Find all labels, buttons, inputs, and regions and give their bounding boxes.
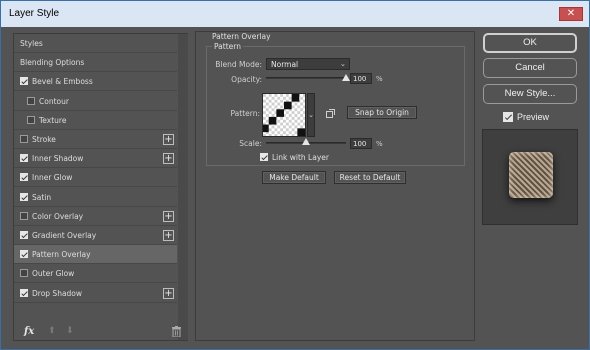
pattern-overlay-settings: Pattern Overlay Pattern Blend Mode: Norm… xyxy=(195,31,475,341)
style-item-drop-shadow[interactable]: Drop Shadow + xyxy=(14,284,177,303)
opacity-value: 100 xyxy=(353,75,367,83)
preview-label: Preview xyxy=(517,112,550,122)
close-icon: ✕ xyxy=(566,8,576,19)
style-checkbox[interactable] xyxy=(27,96,35,105)
link-with-layer-label: Link with Layer xyxy=(272,153,329,162)
blend-mode-value: Normal xyxy=(271,60,299,69)
opacity-label: Opacity: xyxy=(231,75,262,84)
style-checkbox[interactable] xyxy=(20,135,28,143)
style-checkbox[interactable] xyxy=(20,288,28,297)
title-bar: Layer Style ✕ xyxy=(1,1,589,27)
scale-value: 100 xyxy=(353,140,367,148)
blend-mode-select[interactable]: Normal ⌄ xyxy=(266,58,350,70)
ok-button[interactable]: OK xyxy=(483,33,577,53)
opacity-slider-track[interactable] xyxy=(266,77,346,79)
fx-icon[interactable]: fx xyxy=(24,326,34,337)
style-item-label: Contour xyxy=(39,96,69,106)
style-item-satin[interactable]: Satin xyxy=(14,188,177,207)
scale-unit: % xyxy=(376,140,383,148)
style-item-label: Inner Shadow xyxy=(32,154,84,164)
move-up-icon[interactable]: ⬆ xyxy=(48,326,56,336)
add-style-icon[interactable]: + xyxy=(163,153,174,165)
make-default-button[interactable]: Make Default xyxy=(262,171,326,184)
styles-toolbar: fx ⬆ ⬇ xyxy=(14,323,181,342)
style-item-pattern-overlay[interactable]: Pattern Overlay xyxy=(14,245,177,265)
style-item-label: Texture xyxy=(39,115,67,125)
chevron-down-icon: ⌄ xyxy=(339,59,346,68)
style-checkbox[interactable] xyxy=(20,231,28,239)
style-item-label: Styles xyxy=(20,39,43,48)
dialog-body: Styles Blending Options Bevel & Emboss Cont… xyxy=(7,28,583,345)
add-style-icon[interactable]: + xyxy=(163,134,174,145)
styles-scrollbar[interactable] xyxy=(178,34,188,340)
style-item-stroke[interactable]: Stroke + xyxy=(14,130,177,149)
style-item-bevel-emboss[interactable]: Bevel & Emboss xyxy=(14,72,177,92)
styles-list-panel: Styles Blending Options Bevel & Emboss Cont… xyxy=(13,33,188,341)
close-button[interactable]: ✕ xyxy=(559,7,583,21)
blend-mode-label: Blend Mode: xyxy=(215,60,262,69)
style-item-gradient-overlay[interactable]: Gradient Overlay + xyxy=(14,226,177,245)
style-item-label: Pattern Overlay xyxy=(32,250,91,260)
add-style-icon[interactable]: + xyxy=(163,287,174,299)
cancel-button[interactable]: Cancel xyxy=(483,58,577,78)
link-with-layer-checkbox[interactable] xyxy=(260,153,268,161)
snap-to-origin-button[interactable]: Snap to Origin xyxy=(347,106,417,119)
style-item-label: Stroke xyxy=(32,135,56,144)
style-checkbox[interactable] xyxy=(20,250,28,259)
style-item-texture[interactable]: Texture xyxy=(14,111,177,130)
preview-checkbox[interactable] xyxy=(503,112,513,122)
style-item-label: Bevel & Emboss xyxy=(32,77,93,87)
style-preview xyxy=(482,129,578,225)
style-item-blending-options[interactable]: Blending Options xyxy=(14,53,177,73)
layer-style-dialog: Layer Style ✕ Styles Blending Options Beve… xyxy=(0,0,590,350)
style-item-label: Blending Options xyxy=(20,58,85,68)
new-style-button[interactable]: New Style... xyxy=(483,84,577,104)
pattern-subtitle: Pattern xyxy=(212,42,243,51)
style-checkbox[interactable] xyxy=(20,269,28,278)
new-preset-icon[interactable] xyxy=(326,109,335,118)
add-style-icon[interactable]: + xyxy=(163,210,174,222)
scale-slider-thumb[interactable] xyxy=(302,138,310,145)
style-checkbox[interactable] xyxy=(20,211,28,220)
add-style-icon[interactable]: + xyxy=(163,230,174,241)
style-item-styles[interactable]: Styles xyxy=(14,34,177,53)
style-item-label: Outer Glow xyxy=(32,269,75,279)
style-item-outer-glow[interactable]: Outer Glow xyxy=(14,264,177,284)
style-item-label: Gradient Overlay xyxy=(32,231,97,240)
window-title: Layer Style xyxy=(9,8,60,19)
pattern-picker-button[interactable]: ⌄ xyxy=(307,93,315,137)
trash-icon[interactable] xyxy=(172,326,181,337)
opacity-slider-thumb[interactable] xyxy=(342,74,350,81)
pattern-swatch[interactable] xyxy=(262,93,306,137)
move-down-icon[interactable]: ⬇ xyxy=(66,326,74,336)
style-checkbox[interactable] xyxy=(20,173,28,182)
style-item-contour[interactable]: Contour xyxy=(14,92,177,111)
style-item-color-overlay[interactable]: Color Overlay + xyxy=(14,207,177,226)
style-checkbox[interactable] xyxy=(20,77,28,86)
opacity-input[interactable]: 100 xyxy=(350,73,372,84)
style-checkbox[interactable] xyxy=(20,192,28,201)
preview-thumbnail xyxy=(509,152,553,198)
style-item-label: Inner Glow xyxy=(32,173,73,183)
scale-label: Scale: xyxy=(239,139,262,148)
style-item-label: Satin xyxy=(32,192,52,202)
pattern-label: Pattern: xyxy=(230,109,260,118)
style-checkbox[interactable] xyxy=(20,154,28,163)
opacity-unit: % xyxy=(376,75,383,83)
reset-to-default-button[interactable]: Reset to Default xyxy=(334,171,406,184)
chevron-down-icon: ⌄ xyxy=(308,111,314,119)
style-checkbox[interactable] xyxy=(27,115,35,124)
style-item-inner-glow[interactable]: Inner Glow xyxy=(14,168,177,188)
style-item-label: Color Overlay xyxy=(32,211,84,221)
style-item-label: Drop Shadow xyxy=(32,288,83,298)
scale-input[interactable]: 100 xyxy=(350,138,372,149)
style-item-inner-shadow[interactable]: Inner Shadow + xyxy=(14,149,177,169)
group-title: Pattern Overlay xyxy=(212,32,271,41)
